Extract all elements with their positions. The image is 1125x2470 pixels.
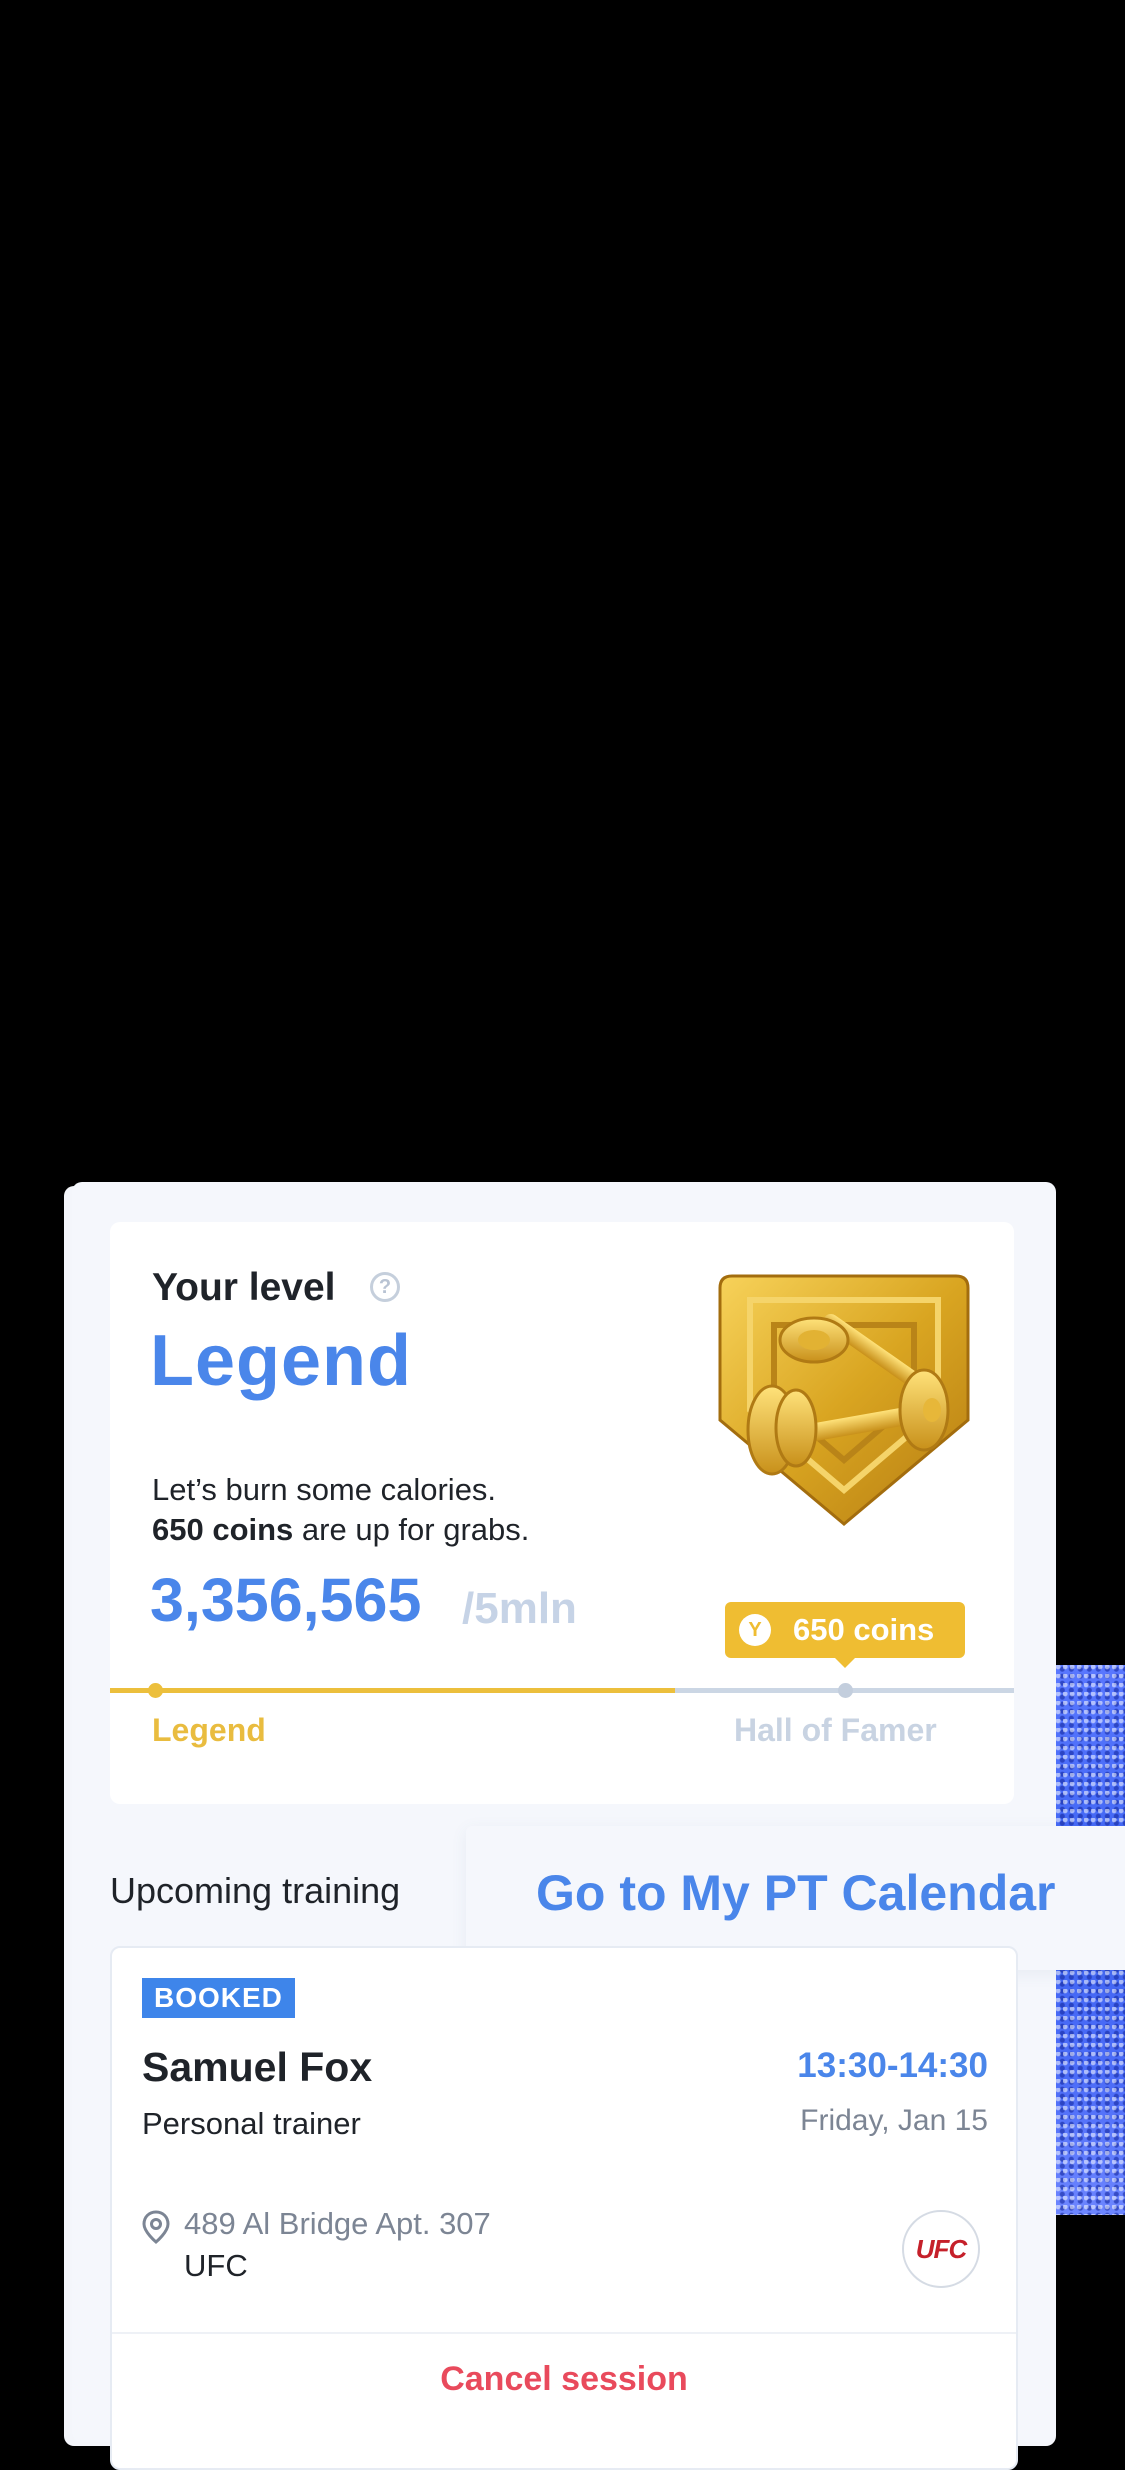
ufc-logo: UFC	[902, 2210, 980, 2288]
current-level-label: Legend	[152, 1712, 266, 1748]
next-level-label: Hall of Famer	[734, 1712, 937, 1748]
session-date: Friday, Jan 15	[800, 2104, 988, 2137]
session-address: 489 Al Bridge Apt. 307	[184, 2206, 491, 2241]
reward-badge-pointer	[835, 1658, 855, 1668]
question-circle-icon[interactable]: ?	[370, 1272, 400, 1302]
progress-marker-next	[838, 1683, 853, 1698]
points-value: 3,356,565	[150, 1566, 422, 1634]
training-session-card[interactable]: BOOKED Samuel Fox Personal trainer 13:30…	[110, 1946, 1018, 2470]
session-venue: UFC	[184, 2248, 248, 2283]
cancel-session-button[interactable]: Cancel session	[112, 2360, 1016, 2399]
level-card: Your level ? Legend Let’s burn some calo…	[110, 1222, 1014, 1804]
trainer-name: Samuel Fox	[142, 2044, 373, 2090]
coin-icon: Y	[739, 1614, 771, 1646]
trainer-role: Personal trainer	[142, 2106, 361, 2141]
pt-calendar-link-label: Go to My PT Calendar	[536, 1865, 1056, 1921]
points-max: /5mln	[462, 1584, 577, 1633]
progress-marker-current	[148, 1683, 163, 1698]
level-name: Legend	[150, 1321, 413, 1401]
progress-bar-filled	[110, 1688, 675, 1693]
upcoming-training-heading: Upcoming training	[110, 1870, 401, 1911]
level-message-rest: are up for grabs.	[293, 1512, 530, 1547]
golden-dumbbells-badge-icon	[718, 1274, 970, 1526]
card-divider	[112, 2332, 1016, 2334]
level-message-line2: 650 coins are up for grabs.	[152, 1512, 529, 1548]
level-title: Your level	[152, 1266, 336, 1309]
level-message-line1: Let’s burn some calories.	[152, 1472, 497, 1507]
coins-available: 650 coins	[152, 1512, 294, 1547]
reward-badge: Y 650 coins	[725, 1602, 965, 1658]
session-time: 13:30-14:30	[797, 2046, 988, 2085]
reward-text: 650 coins	[793, 1612, 935, 1647]
location-pin-icon	[142, 2210, 170, 2244]
status-badge: BOOKED	[142, 1978, 295, 2018]
